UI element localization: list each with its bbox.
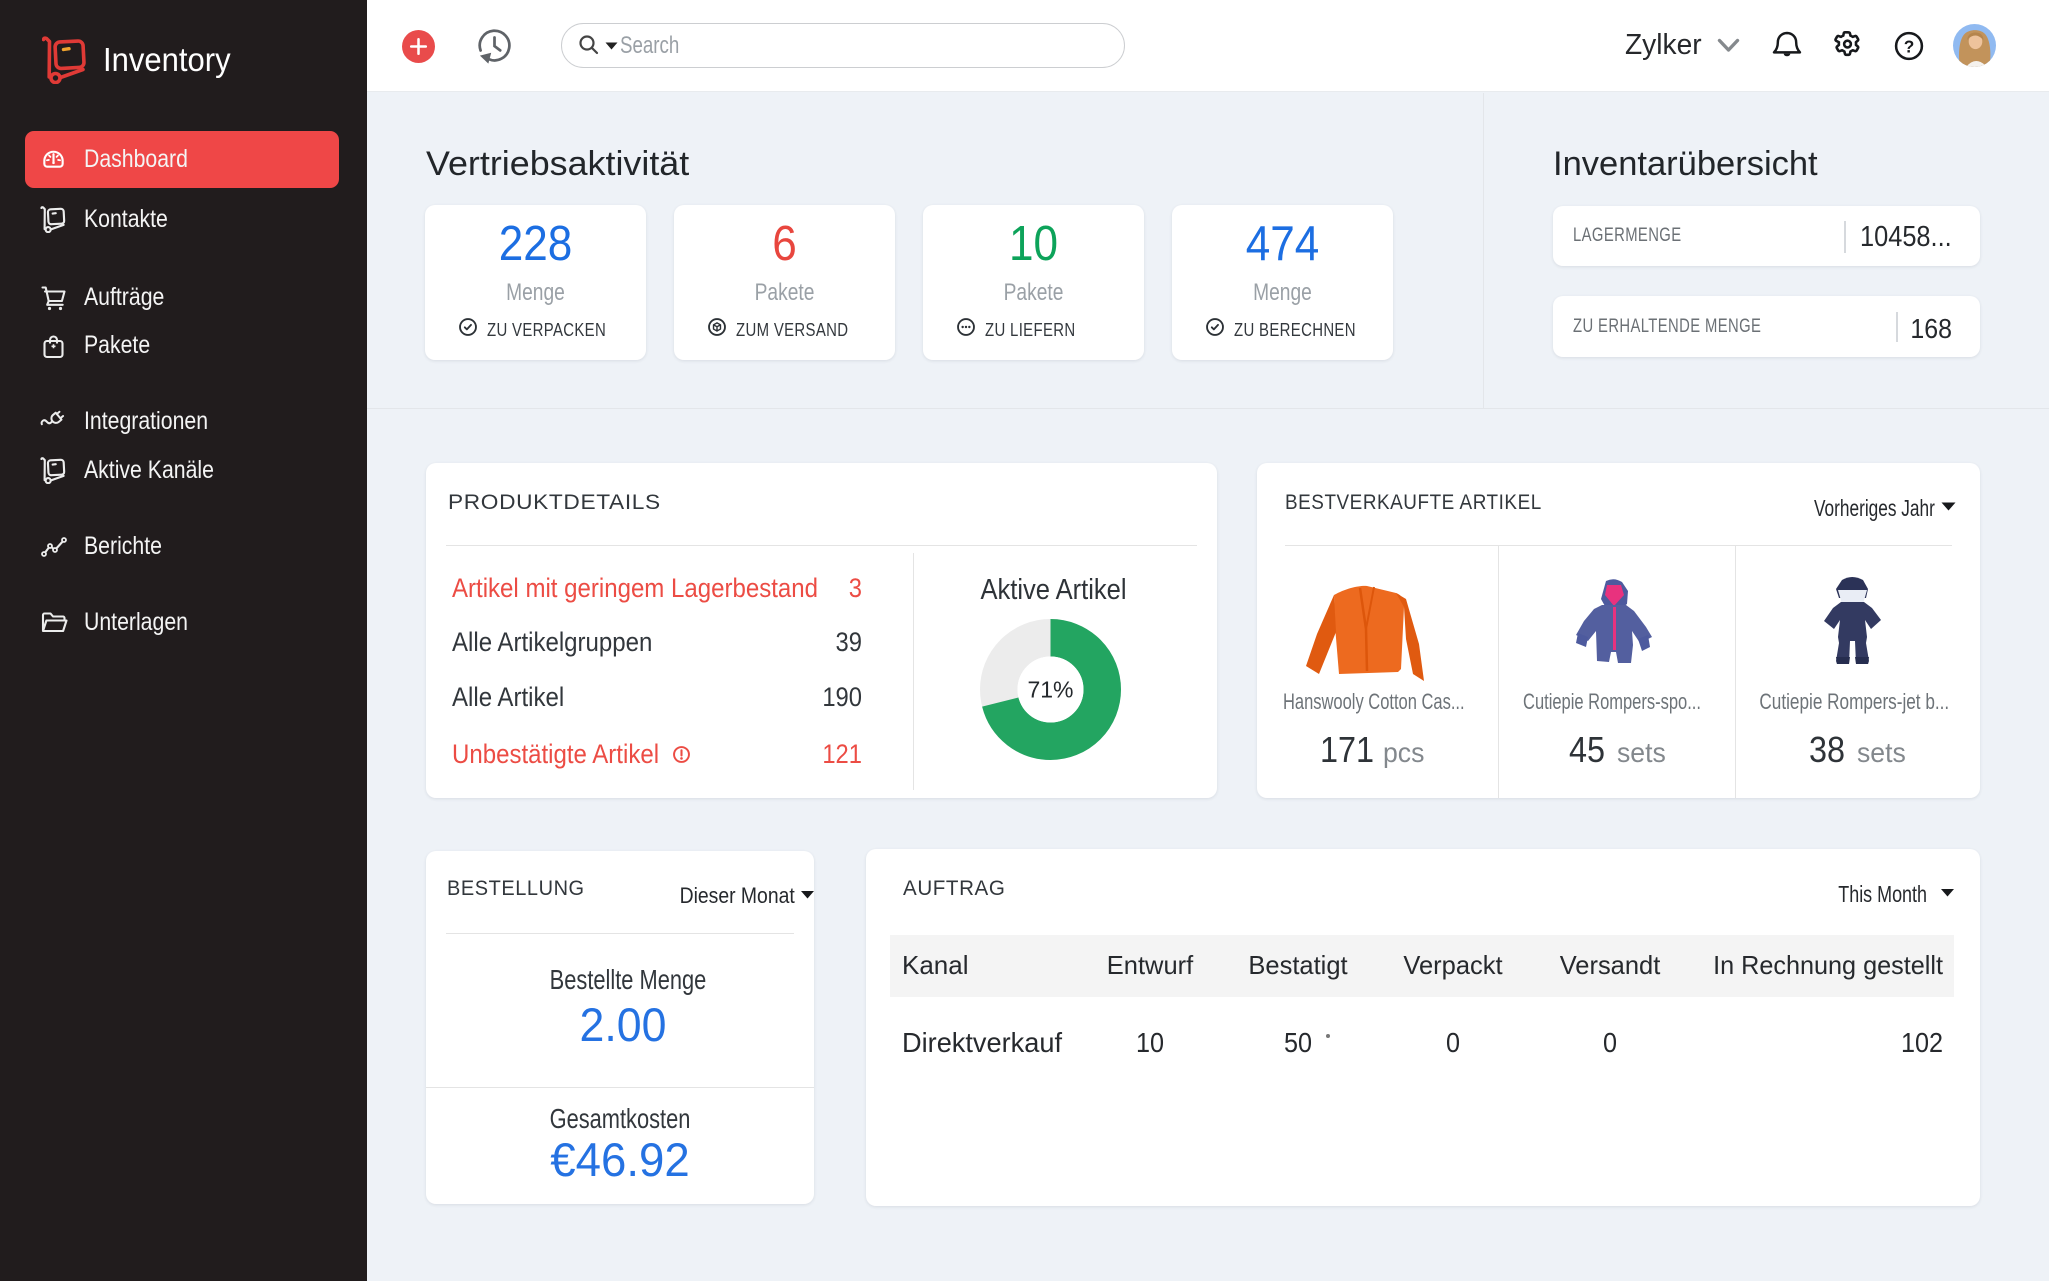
- svg-text:71%: 71%: [1027, 677, 1073, 703]
- svg-text:?: ?: [1904, 36, 1915, 56]
